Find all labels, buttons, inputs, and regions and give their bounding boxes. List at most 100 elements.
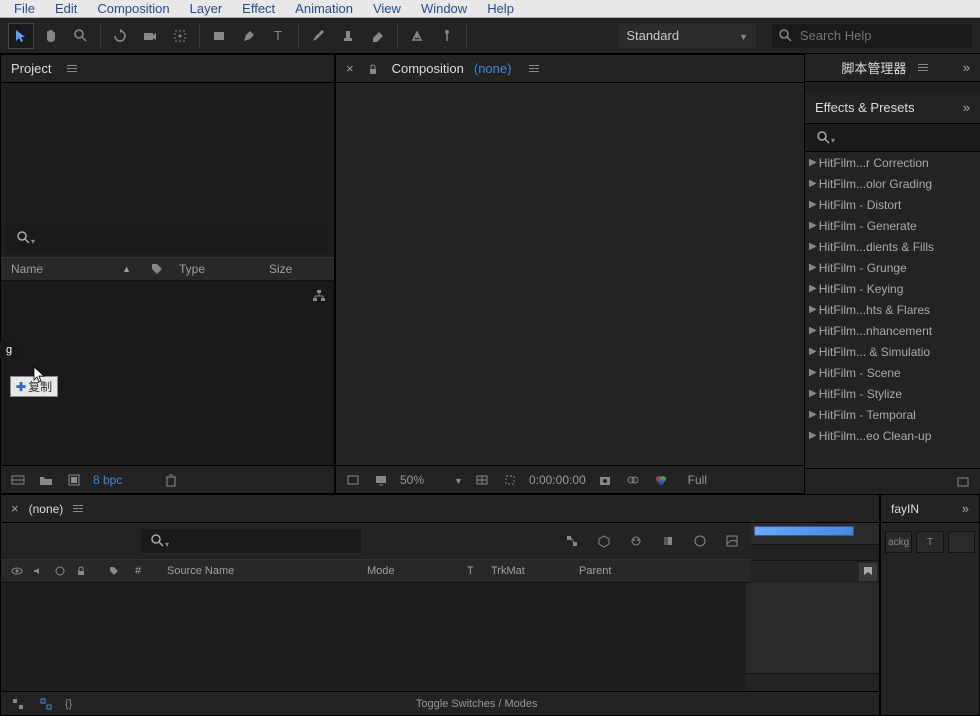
timeline-search[interactable]: ▾ — [141, 529, 361, 553]
expand-icon[interactable]: » — [963, 100, 970, 115]
shy-icon[interactable] — [627, 532, 645, 550]
toggle-switch-icon-2[interactable] — [37, 695, 55, 713]
motion-blur-icon[interactable] — [691, 532, 709, 550]
timeline-ruler[interactable] — [751, 523, 879, 545]
col-name[interactable]: Name ▲ — [1, 262, 141, 276]
effects-search[interactable]: ▾ — [805, 124, 980, 152]
close-tab-icon[interactable]: × — [11, 501, 19, 516]
effect-category[interactable]: ▶HitFilm...hts & Flares — [805, 299, 980, 320]
col-mode[interactable]: Mode — [359, 565, 459, 577]
menu-edit[interactable]: Edit — [45, 1, 87, 16]
timeline-zoom-slider[interactable] — [746, 673, 879, 691]
col-size[interactable]: Size — [259, 262, 302, 276]
magnification-icon[interactable] — [344, 471, 362, 489]
col-trkmat[interactable]: TrkMat — [483, 565, 571, 577]
expand-icon[interactable]: » — [962, 501, 969, 516]
display-icon[interactable] — [372, 471, 390, 489]
lock-icon[interactable] — [364, 60, 382, 78]
help-search-input[interactable] — [800, 28, 966, 43]
timeline-time-nav[interactable] — [751, 545, 879, 561]
timeline-layer-list[interactable] — [1, 583, 746, 691]
frame-blend-icon[interactable] — [659, 532, 677, 550]
col-label[interactable] — [97, 562, 127, 580]
effect-category[interactable]: ▶HitFilm...dients & Fills — [805, 236, 980, 257]
color-mgmt-icon[interactable] — [652, 471, 670, 489]
chevron-down-icon[interactable] — [454, 473, 463, 487]
work-area-slider[interactable] — [754, 526, 854, 536]
toggle-switches-modes[interactable]: Toggle Switches / Modes — [416, 698, 538, 710]
flowchart-icon[interactable] — [310, 287, 328, 305]
effect-category[interactable]: ▶HitFilm - Grunge — [805, 257, 980, 278]
effects-list[interactable]: ▶HitFilm...r Correction ▶HitFilm...olor … — [805, 152, 980, 468]
project-search[interactable]: ▾ — [7, 223, 328, 253]
panel-menu-icon[interactable] — [918, 64, 928, 71]
pan-behind-tool[interactable] — [167, 23, 193, 49]
new-comp-icon[interactable] — [65, 471, 83, 489]
pen-tool[interactable] — [236, 23, 262, 49]
lock-icon[interactable] — [74, 562, 90, 580]
solo-icon[interactable] — [52, 562, 68, 580]
new-folder-icon[interactable] — [37, 471, 55, 489]
comp-mini-flowchart-icon[interactable] — [563, 532, 581, 550]
menu-file[interactable]: File — [4, 1, 45, 16]
panel-menu-icon[interactable] — [529, 65, 539, 72]
eye-icon[interactable] — [9, 562, 25, 580]
roi-icon[interactable] — [501, 471, 519, 489]
menu-window[interactable]: Window — [411, 1, 477, 16]
speaker-icon[interactable] — [31, 562, 47, 580]
rotation-tool[interactable] — [107, 23, 133, 49]
effect-category[interactable]: ▶HitFilm - Distort — [805, 194, 980, 215]
workspace-dropdown[interactable]: Standard — [618, 24, 756, 48]
new-bin-icon[interactable] — [954, 473, 972, 491]
graph-editor-icon[interactable] — [723, 532, 741, 550]
menu-view[interactable]: View — [363, 1, 411, 16]
panel-menu-icon[interactable] — [67, 65, 77, 72]
effect-category[interactable]: ▶HitFilm - Stylize — [805, 383, 980, 404]
eraser-tool[interactable] — [365, 23, 391, 49]
menu-animation[interactable]: Animation — [285, 1, 363, 16]
bit-depth[interactable]: 8 bpc — [93, 473, 122, 487]
timeline-tracks[interactable] — [746, 583, 879, 691]
type-tool[interactable]: T — [266, 23, 292, 49]
hand-tool[interactable] — [38, 23, 64, 49]
selection-tool[interactable] — [8, 23, 34, 49]
clone-stamp-tool[interactable] — [335, 23, 361, 49]
zoom-tool[interactable] — [68, 23, 94, 49]
effect-category[interactable]: ▶HitFilm - Scene — [805, 362, 980, 383]
effect-category[interactable]: ▶HitFilm - Keying — [805, 278, 980, 299]
menu-help[interactable]: Help — [477, 1, 524, 16]
show-channel-icon[interactable] — [624, 471, 642, 489]
col-t[interactable]: T — [459, 565, 483, 577]
menu-composition[interactable]: Composition — [87, 1, 179, 16]
effect-category[interactable]: ▶HitFilm...eo Clean-up — [805, 425, 980, 446]
puppet-pin-tool[interactable] — [434, 23, 460, 49]
effect-category[interactable]: ▶HitFilm - Generate — [805, 215, 980, 236]
toggle-switch-icon[interactable] — [9, 695, 27, 713]
resolution-level[interactable]: Full — [688, 473, 707, 487]
effect-category[interactable]: ▶HitFilm...r Correction — [805, 152, 980, 173]
resolution-icon[interactable] — [473, 471, 491, 489]
col-parent[interactable]: Parent — [571, 565, 619, 577]
delete-icon[interactable] — [162, 471, 180, 489]
fayin-background-button[interactable]: ackg — [885, 531, 912, 553]
col-source-name[interactable]: Source Name — [159, 565, 359, 577]
close-tab-icon[interactable]: × — [346, 61, 354, 76]
effect-category[interactable]: ▶HitFilm... & Simulatio — [805, 341, 980, 362]
draft-3d-icon[interactable] — [595, 532, 613, 550]
roto-brush-tool[interactable] — [404, 23, 430, 49]
effect-category[interactable]: ▶HitFilm...olor Grading — [805, 173, 980, 194]
timecode[interactable]: 0:00:00:00 — [529, 473, 586, 487]
comp-marker-icon[interactable] — [859, 563, 877, 581]
timeline-rows[interactable] — [1, 583, 879, 691]
col-number[interactable]: # — [127, 565, 159, 577]
fayin-text-button[interactable]: T — [916, 531, 943, 553]
interpret-footage-icon[interactable] — [9, 471, 27, 489]
menu-layer[interactable]: Layer — [180, 1, 233, 16]
fayin-button-3[interactable] — [948, 531, 975, 553]
composition-viewer[interactable] — [336, 83, 804, 465]
help-search[interactable] — [772, 24, 972, 48]
camera-tool[interactable] — [137, 23, 163, 49]
menu-effect[interactable]: Effect — [232, 1, 285, 16]
col-type[interactable]: Type — [169, 262, 259, 276]
panel-menu-icon[interactable] — [73, 505, 83, 512]
